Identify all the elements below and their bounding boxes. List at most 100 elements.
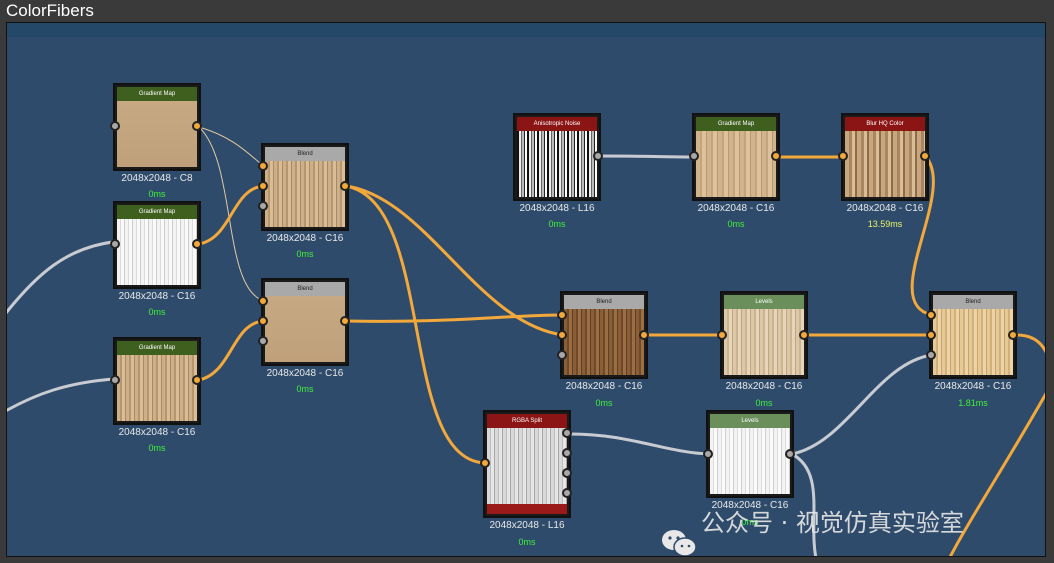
output-port[interactable] xyxy=(799,330,809,340)
output-port[interactable] xyxy=(192,121,202,131)
node-time: 0ms xyxy=(148,443,166,453)
node-time: 0ms xyxy=(727,219,745,229)
node-title: Gradient Map xyxy=(696,117,776,131)
node-title: Blend xyxy=(265,282,345,296)
node-time: 0ms xyxy=(755,398,773,408)
node-title: Levels xyxy=(724,295,804,309)
input-port[interactable] xyxy=(703,449,713,459)
input-port[interactable] xyxy=(110,121,120,131)
input-port[interactable] xyxy=(557,350,567,360)
node-title: Levels xyxy=(710,414,790,428)
wire xyxy=(566,432,711,456)
blend-node-2[interactable]: Blend xyxy=(261,278,349,366)
input-port[interactable] xyxy=(258,201,268,211)
output-port-alpha[interactable] xyxy=(562,488,572,498)
node-thumbnail xyxy=(117,219,197,285)
output-port[interactable] xyxy=(771,151,781,161)
node-title: Blend xyxy=(933,295,1013,309)
input-port[interactable] xyxy=(689,151,699,161)
output-port[interactable] xyxy=(920,151,930,161)
node-resolution: 2048x2048 - L16 xyxy=(489,520,565,531)
node-thumbnail xyxy=(265,161,345,227)
input-port[interactable] xyxy=(258,336,268,346)
gradient-map-node-3[interactable]: Gradient Map xyxy=(113,337,201,425)
node-thumbnail xyxy=(710,428,790,494)
watermark-text: 公众号 · 视觉仿真实验室 xyxy=(701,509,964,537)
graph-canvas[interactable]: Gradient Map 2048x2048 - C8 0ms Gradient… xyxy=(6,22,1046,557)
node-time: 0ms xyxy=(595,398,613,408)
levels-node-1[interactable]: Levels xyxy=(720,291,808,379)
node-title: Gradient Map xyxy=(117,87,197,101)
gradient-map-node-2[interactable]: Gradient Map xyxy=(113,201,201,289)
node-time: 0ms xyxy=(548,219,566,229)
node-footer-bar xyxy=(487,504,567,514)
input-port[interactable] xyxy=(926,310,936,320)
input-port[interactable] xyxy=(926,350,936,360)
node-title: Blend xyxy=(265,147,345,161)
output-port[interactable] xyxy=(192,239,202,249)
input-port[interactable] xyxy=(258,296,268,306)
node-thumbnail xyxy=(517,131,597,197)
node-time: 13.59ms xyxy=(867,219,903,229)
output-port[interactable] xyxy=(340,181,350,191)
node-thumbnail xyxy=(724,309,804,375)
wechat-icon xyxy=(662,530,697,556)
output-port[interactable] xyxy=(639,330,649,340)
blur-hq-color-node[interactable]: Blur HQ Color xyxy=(841,113,929,201)
output-port-blue[interactable] xyxy=(562,468,572,478)
node-time: 0ms xyxy=(148,189,166,199)
wire xyxy=(1016,333,1045,354)
output-port[interactable] xyxy=(785,449,795,459)
gradient-map-node-1[interactable]: Gradient Map xyxy=(113,83,201,171)
node-resolution: 2048x2048 - C8 xyxy=(121,173,193,184)
node-thumbnail xyxy=(933,309,1013,375)
node-title: RGBA Split xyxy=(487,414,567,428)
input-port[interactable] xyxy=(717,330,727,340)
node-time: 0ms xyxy=(296,384,314,394)
rgba-split-node[interactable]: RGBA Split xyxy=(483,410,571,518)
wire xyxy=(345,184,488,465)
input-port[interactable] xyxy=(838,151,848,161)
blend-node-3[interactable]: Blend xyxy=(560,291,648,379)
blend-node-4[interactable]: Blend xyxy=(929,291,1017,379)
output-port[interactable] xyxy=(192,375,202,385)
input-port[interactable] xyxy=(258,161,268,171)
node-resolution: 2048x2048 - C16 xyxy=(266,233,344,244)
output-port-green[interactable] xyxy=(562,448,572,458)
levels-node-2[interactable]: Levels xyxy=(706,410,794,498)
output-port[interactable] xyxy=(593,151,603,161)
node-time: 0ms xyxy=(518,537,536,547)
output-port[interactable] xyxy=(340,316,350,326)
node-thumbnail xyxy=(117,101,197,167)
input-port[interactable] xyxy=(557,330,567,340)
node-title: Gradient Map xyxy=(117,205,197,219)
input-port[interactable] xyxy=(258,181,268,191)
node-resolution: 2048x2048 - C16 xyxy=(846,203,924,214)
input-port[interactable] xyxy=(258,316,268,326)
node-time: 1.81ms xyxy=(958,398,988,408)
wire xyxy=(198,126,265,167)
node-thumbnail xyxy=(117,355,197,421)
output-port[interactable] xyxy=(1008,330,1018,340)
input-port[interactable] xyxy=(926,330,936,340)
node-title: Blend xyxy=(564,295,644,309)
gradient-map-node-4[interactable]: Gradient Map xyxy=(692,113,780,201)
anisotropic-noise-node[interactable]: Anisotropic Noise xyxy=(513,113,601,201)
node-resolution: 2048x2048 - C16 xyxy=(118,427,196,438)
window-title: ColorFibers xyxy=(6,1,94,20)
input-port[interactable] xyxy=(557,310,567,320)
output-port-red[interactable] xyxy=(562,428,572,438)
input-port[interactable] xyxy=(480,458,490,468)
wire xyxy=(7,240,114,315)
blend-node-1[interactable]: Blend xyxy=(261,143,349,231)
input-port[interactable] xyxy=(110,375,120,385)
node-resolution: 2048x2048 - C16 xyxy=(118,291,196,302)
node-resolution: 2048x2048 - C16 xyxy=(725,381,803,392)
node-time: 0ms xyxy=(148,307,166,317)
input-port[interactable] xyxy=(110,239,120,249)
window-title-bar: ColorFibers xyxy=(0,0,1054,22)
node-title: Anisotropic Noise xyxy=(517,117,597,131)
node-resolution: 2048x2048 - C16 xyxy=(934,381,1012,392)
node-resolution: 2048x2048 - C16 xyxy=(697,203,775,214)
node-resolution: 2048x2048 - C16 xyxy=(266,368,344,379)
